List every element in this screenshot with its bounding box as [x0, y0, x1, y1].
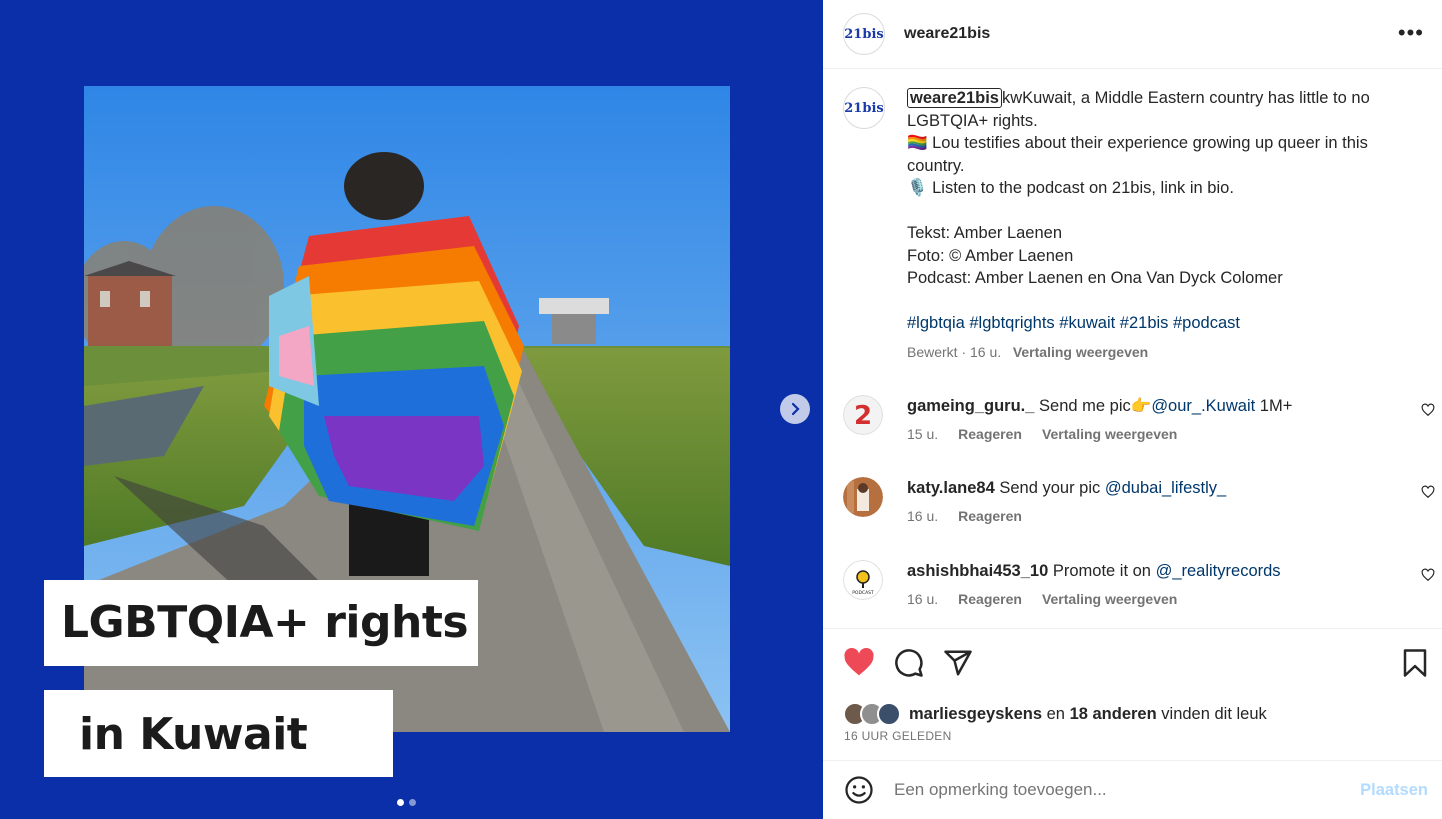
caption-text: weare21bis kwKuwait, a Middle Eastern cou…	[907, 87, 1427, 363]
caption-meta: Bewerkt · 16 u. Vertaling weergeven	[907, 341, 1427, 364]
translate-button[interactable]: Vertaling weergeven	[1042, 426, 1177, 442]
comment-username[interactable]: gameing_guru._	[907, 397, 1034, 415]
profile-avatar[interactable]: 21bis	[843, 13, 885, 55]
share-icon[interactable]	[943, 648, 973, 678]
post-media: LGBTQIA+ rights in Kuwait	[0, 0, 823, 819]
comment-actions: 16 u. Reageren Vertaling weergeven	[907, 591, 1177, 607]
comment-like-icon[interactable]	[1421, 403, 1435, 417]
caption-credit-text: Tekst: Amber Laenen	[907, 224, 1063, 242]
reply-button[interactable]: Reageren	[958, 508, 1022, 524]
media-caption-line-1: LGBTQIA+ rights	[44, 580, 478, 666]
commenter-avatar[interactable]: 2	[843, 395, 883, 435]
comment-time: 15 u.	[907, 426, 939, 442]
comment-composer: Plaatsen	[823, 760, 1442, 819]
carousel-dot	[409, 799, 416, 806]
chevron-right-icon	[791, 402, 800, 416]
like-heart-icon[interactable]	[843, 647, 875, 677]
caption-credit-podcast: Podcast: Amber Laenen en Ona Van Dyck Co…	[907, 269, 1283, 287]
comment-body: katy.lane84 Send your pic @dubai_lifestl…	[907, 477, 1387, 499]
comment-suffix: 1M+	[1255, 397, 1293, 415]
commenter-avatar[interactable]	[843, 477, 883, 517]
likes-suffix: vinden dit leuk	[1161, 704, 1267, 723]
comment-text: Promote it on	[1052, 562, 1151, 580]
caption-line-2: 🏳️‍🌈 Lou testifies about their experienc…	[907, 134, 1368, 175]
more-options-icon[interactable]: •••	[1398, 20, 1424, 46]
likes-summary: marliesgeyskens en 18 anderen vinden dit…	[843, 702, 1267, 726]
comment-username[interactable]: ashishbhai453_10	[907, 562, 1048, 580]
carousel-dots	[397, 799, 416, 806]
action-icons	[843, 647, 1428, 679]
first-liker-username[interactable]: marliesgeyskens	[909, 705, 1042, 724]
comment-mention[interactable]: @dubai_lifestly_	[1105, 479, 1226, 497]
comment-actions: 15 u. Reageren Vertaling weergeven	[907, 426, 1177, 442]
comment-input[interactable]	[894, 780, 1361, 800]
edited-label: Bewerkt · 16 u.	[907, 343, 1002, 360]
caption-username[interactable]: weare21bis	[907, 88, 1002, 108]
likes-connector: en	[1046, 704, 1065, 723]
caption-avatar[interactable]: 21bis	[843, 87, 885, 129]
others-liked-link[interactable]: 18 anderen	[1070, 705, 1157, 724]
liker-avatar[interactable]	[877, 702, 901, 726]
comment-body: ashishbhai453_10 Promote it on @_reality…	[907, 560, 1387, 582]
caption-credit-photo: Foto: © Amber Laenen	[907, 246, 1074, 265]
header-username[interactable]: weare21bis	[904, 25, 990, 43]
post-comment-button[interactable]: Plaatsen	[1360, 781, 1428, 800]
post-action-bar: marliesgeyskens en 18 anderen vinden dit…	[823, 628, 1442, 760]
comment-like-icon[interactable]	[1421, 485, 1435, 499]
comment-like-icon[interactable]	[1421, 568, 1435, 582]
comment-mention[interactable]: @_realityrecords	[1156, 562, 1281, 580]
comment-text: Send me pic👉	[1039, 397, 1152, 415]
media-caption-line-2: in Kuwait	[44, 690, 393, 777]
comment-mention[interactable]: @our_.Kuwait	[1151, 397, 1255, 415]
caption-line-3: 🎙️ Listen to the podcast on 21bis, link …	[907, 179, 1234, 197]
translate-link[interactable]: Vertaling weergeven	[1013, 344, 1148, 360]
comment-body: gameing_guru._ Send me pic👉@our_.Kuwait …	[907, 395, 1387, 417]
translate-button[interactable]: Vertaling weergeven	[1042, 591, 1177, 607]
post-header: 21bis weare21bis •••	[823, 0, 1442, 69]
comment-time: 16 u.	[907, 591, 939, 607]
svg-text:PODCAST: PODCAST	[852, 590, 874, 596]
comment-username[interactable]: katy.lane84	[907, 479, 995, 497]
reply-button[interactable]: Reageren	[958, 591, 1022, 607]
post-timestamp: 16 UUR GELEDEN	[844, 729, 952, 743]
comment-actions: 16 u. Reageren	[907, 508, 1022, 524]
liker-avatars	[843, 702, 901, 726]
comment-text: Send your pic	[999, 479, 1101, 497]
svg-text:2: 2	[854, 401, 872, 431]
post-sidebar: 21bis weare21bis ••• 21bis weare21bis kwK…	[823, 0, 1442, 819]
carousel-dot-active	[397, 799, 404, 806]
caption-hashtags[interactable]: #lgbtqia #lgbtqrights #kuwait #21bis #po…	[907, 312, 1427, 335]
comments-section: 21bis weare21bis kwKuwait, a Middle Easte…	[823, 69, 1442, 628]
reply-button[interactable]: Reageren	[958, 426, 1022, 442]
comment-icon[interactable]	[894, 648, 924, 678]
next-slide-button[interactable]	[780, 394, 810, 424]
commenter-avatar[interactable]: PODCAST	[843, 560, 883, 600]
save-bookmark-icon[interactable]	[1402, 648, 1428, 678]
comment-time: 16 u.	[907, 508, 939, 524]
emoji-icon[interactable]	[844, 775, 874, 805]
